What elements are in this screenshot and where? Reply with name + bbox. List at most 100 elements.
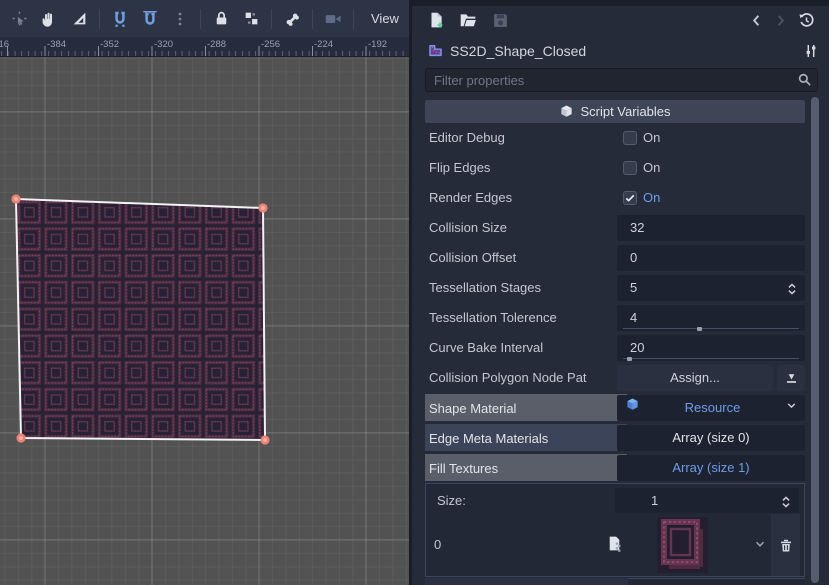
property-label: Editor Debug xyxy=(429,123,607,152)
resource-name: Resource xyxy=(640,395,785,421)
select-tool-icon[interactable] xyxy=(4,4,34,34)
field-value: 4 xyxy=(630,310,637,325)
godot-editor-window: View -416 -384 -352 -320 -288 -256 -224 … xyxy=(0,0,829,585)
array-size-field[interactable]: 1 xyxy=(615,488,799,513)
field-value: 5 xyxy=(630,280,637,295)
lock-node-icon[interactable] xyxy=(206,4,236,34)
property-row-tessellation-tolerence: Tessellation Tolerence 4 xyxy=(412,303,829,333)
tessellation-stages-field[interactable]: 5 xyxy=(617,275,805,301)
property-row-curve-bake-interval: Curve Bake Interval 20 xyxy=(412,333,829,363)
ruler-label: -192 xyxy=(368,39,387,50)
assign-node-path-button[interactable]: Assign... xyxy=(617,365,773,391)
slider-track[interactable] xyxy=(623,328,799,329)
property-row-flip-edges: Flip Edges On xyxy=(412,153,829,183)
grid-snap-icon[interactable] xyxy=(135,4,165,34)
extra-resource-options-icon[interactable] xyxy=(803,43,819,62)
property-row-collision-polygon-node-path: Collision Polygon Node Pat Assign... xyxy=(412,363,829,393)
next-property-row-cutoff xyxy=(425,578,628,585)
script-variables-icon xyxy=(559,104,574,119)
property-label: Shape Material xyxy=(429,394,607,423)
collision-size-field[interactable]: 32 xyxy=(617,215,805,241)
property-row-editor-debug: Editor Debug On xyxy=(412,123,829,153)
ruler-label: -224 xyxy=(314,39,333,50)
filter-properties-input[interactable] xyxy=(425,68,818,92)
slider-grabber[interactable] xyxy=(627,357,632,361)
field-value: 32 xyxy=(630,220,644,235)
canvas-toolbar: View xyxy=(0,0,412,37)
history-back-icon[interactable] xyxy=(744,8,768,32)
checkbox-editor-debug[interactable] xyxy=(623,131,637,145)
property-label: Render Edges xyxy=(429,183,607,212)
history-forward-icon[interactable] xyxy=(768,8,792,32)
pick-node-icon[interactable] xyxy=(777,365,805,391)
point-handle xyxy=(258,203,267,212)
pan-tool-icon[interactable] xyxy=(34,4,64,34)
ruler-tool-icon[interactable] xyxy=(64,4,94,34)
property-row-tessellation-stages: Tessellation Stages 5 xyxy=(412,273,829,303)
array-value: Array (size 0) xyxy=(617,425,805,451)
edit-history-icon[interactable] xyxy=(794,8,818,32)
smart-snap-icon[interactable] xyxy=(105,4,135,34)
toolbar-separator xyxy=(312,9,313,29)
resource-cube-icon xyxy=(625,395,640,421)
snap-options-icon[interactable] xyxy=(165,4,195,34)
collision-offset-field[interactable]: 0 xyxy=(617,245,805,271)
checkbox-flip-edges[interactable] xyxy=(623,161,637,175)
array-size-label: Size: xyxy=(437,487,466,514)
edit-texture-icon[interactable] xyxy=(606,535,623,555)
ruler-label: -320 xyxy=(154,39,173,50)
checkbox-render-edges[interactable] xyxy=(623,191,637,205)
edited-object-name: SS2D_Shape_Closed xyxy=(450,43,586,59)
array-item-index: 0 xyxy=(434,514,441,576)
new-resource-icon[interactable] xyxy=(424,8,448,32)
field-value: 1 xyxy=(651,493,658,508)
array-editor-panel: Size: 1 0 xyxy=(425,483,805,577)
chevron-down-icon[interactable] xyxy=(753,537,767,554)
point-handle xyxy=(11,194,20,203)
group-node-icon[interactable] xyxy=(236,4,266,34)
camera-override-icon[interactable] xyxy=(318,4,348,34)
inspector-panel: SS2D_Shape_Closed Script Variables Edito… xyxy=(412,0,829,585)
toolbar-separator xyxy=(200,9,201,29)
texture-preview[interactable] xyxy=(657,517,708,576)
toolbar-separator xyxy=(99,9,100,29)
edge-meta-materials-array-field[interactable]: Array (size 0) xyxy=(617,425,805,451)
skeleton-options-icon[interactable] xyxy=(277,4,307,34)
toolbar-separator xyxy=(271,9,272,29)
ruler-label: -288 xyxy=(207,39,226,50)
label-highlight: Shape Material xyxy=(425,394,627,421)
property-row-collision-size: Collision Size 32 xyxy=(412,213,829,243)
edited-object-row: SS2D_Shape_Closed xyxy=(412,38,829,63)
property-label: Collision Size xyxy=(429,213,607,242)
ruler-label: -416 xyxy=(0,39,9,50)
save-resource-icon[interactable] xyxy=(488,8,512,32)
slider-track[interactable] xyxy=(623,358,799,359)
property-row-edge-meta-materials: Edge Meta Materials Array (size 0) xyxy=(412,423,829,453)
section-header-script-variables[interactable]: Script Variables xyxy=(425,100,805,123)
point-handle xyxy=(260,435,269,444)
array-item-row: 0 xyxy=(426,514,804,576)
point-handle xyxy=(16,433,25,442)
property-label: Fill Textures xyxy=(429,454,607,483)
checkbox-text: On xyxy=(643,123,660,153)
ruler-label: -256 xyxy=(261,39,280,50)
property-label: Collision Offset xyxy=(429,243,607,272)
tessellation-tolerence-field[interactable]: 4 xyxy=(617,305,805,331)
horizontal-ruler: -416 -384 -352 -320 -288 -256 -224 -192 xyxy=(0,37,412,57)
slider-grabber[interactable] xyxy=(697,327,702,331)
property-label: Collision Polygon Node Pat xyxy=(429,363,607,392)
node-type-icon xyxy=(427,41,444,61)
delete-item-button[interactable] xyxy=(771,514,800,576)
view-menu[interactable]: View xyxy=(359,11,411,26)
property-label: Flip Edges xyxy=(429,153,607,182)
fill-textures-array-field[interactable]: Array (size 1) xyxy=(617,455,805,481)
inspector-scrollbar[interactable] xyxy=(811,97,819,583)
tab-strip xyxy=(412,0,829,6)
array-size-row: Size: 1 xyxy=(426,487,804,514)
curve-bake-interval-field[interactable]: 20 xyxy=(617,335,805,361)
open-resource-icon[interactable] xyxy=(456,8,480,32)
section-header-label: Script Variables xyxy=(580,104,670,119)
property-row-render-edges: Render Edges On xyxy=(412,183,829,213)
closed-shape-fill xyxy=(16,199,265,440)
shape-material-resource-field[interactable]: Resource xyxy=(617,395,805,421)
